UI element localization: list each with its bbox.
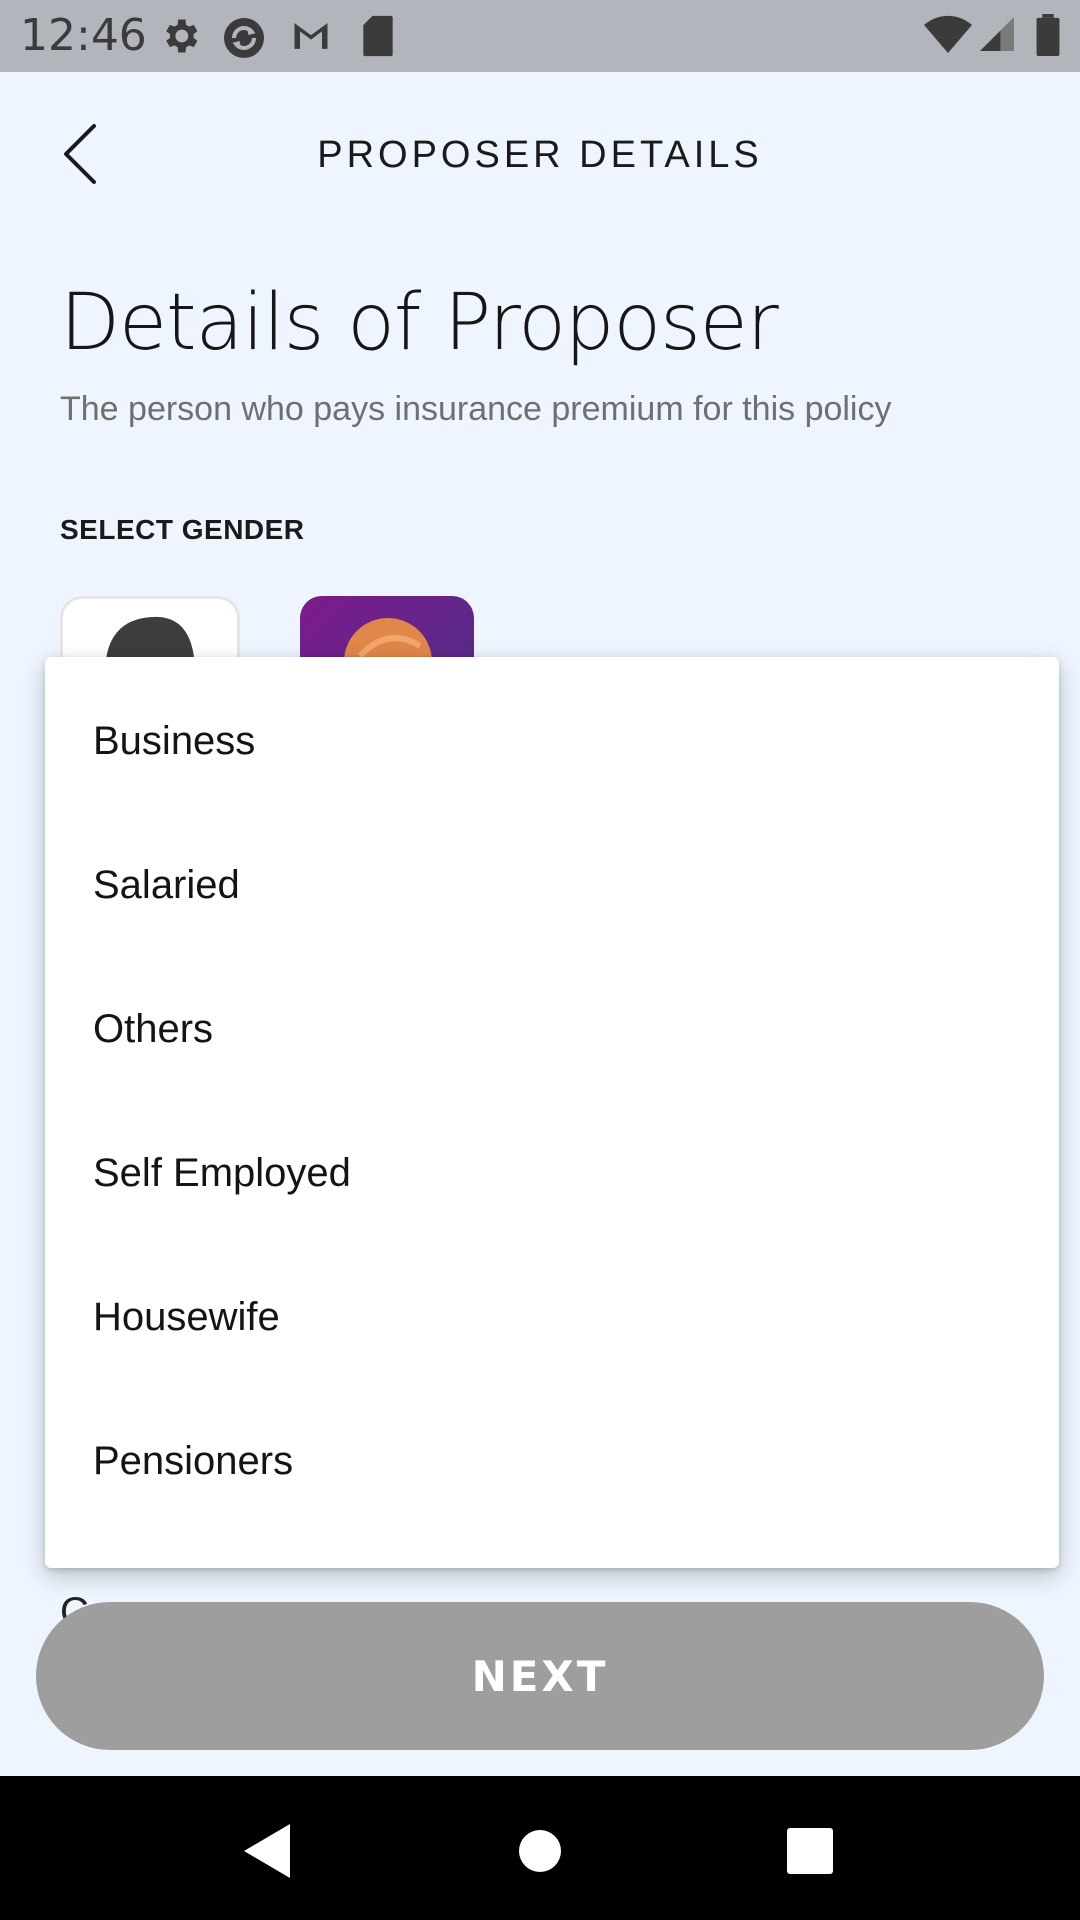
dropdown-option-label: Self Employed — [93, 1150, 351, 1195]
dropdown-option-label: Business — [93, 718, 256, 763]
next-button[interactable]: NEXT — [36, 1602, 1044, 1750]
dropdown-option-business[interactable]: Business — [45, 669, 1059, 813]
cell-signal-icon — [980, 17, 1014, 51]
next-button-label: NEXT — [471, 1651, 609, 1701]
dropdown-option-self-employed[interactable]: Self Employed — [45, 1101, 1059, 1245]
nav-recents-button[interactable] — [775, 1816, 845, 1886]
status-time: 12:46 — [20, 10, 147, 61]
gear-icon — [166, 19, 198, 53]
dropdown-option-others[interactable]: Others — [45, 957, 1059, 1101]
dropdown-option-label: Salaried — [93, 862, 240, 907]
dropdown-option-salaried[interactable]: Salaried — [45, 813, 1059, 957]
dropdown-option-label: Pensioners — [93, 1438, 294, 1483]
dropdown-option-label: Others — [93, 1006, 214, 1051]
status-bar: 12:46 — [0, 0, 1080, 72]
sync-icon — [224, 18, 264, 58]
select-gender-label: SELECT GENDER — [60, 514, 305, 545]
nav-home-icon — [519, 1830, 561, 1872]
battery-icon — [1036, 14, 1060, 56]
system-nav-bar — [0, 1776, 1080, 1920]
gmail-icon — [294, 23, 328, 49]
wifi-icon — [924, 15, 972, 53]
header-title: PROPOSER DETAILS — [317, 134, 763, 176]
dropdown-option-housewife[interactable]: Housewife — [45, 1245, 1059, 1389]
dropdown-option-pensioners[interactable]: Pensioners — [45, 1389, 1059, 1533]
nav-back-button[interactable] — [234, 1816, 304, 1886]
sd-card-icon — [363, 15, 393, 57]
nav-home-button[interactable] — [505, 1816, 575, 1886]
occupation-dropdown-menu: Business Salaried Others Self Employed H… — [45, 657, 1059, 1568]
nav-back-icon — [244, 1824, 290, 1878]
page-subtitle: The person who pays insurance premium fo… — [60, 390, 892, 428]
page-title: Details of Proposer — [60, 278, 779, 368]
nav-recents-icon — [787, 1828, 833, 1874]
dropdown-option-label: Housewife — [93, 1294, 280, 1339]
